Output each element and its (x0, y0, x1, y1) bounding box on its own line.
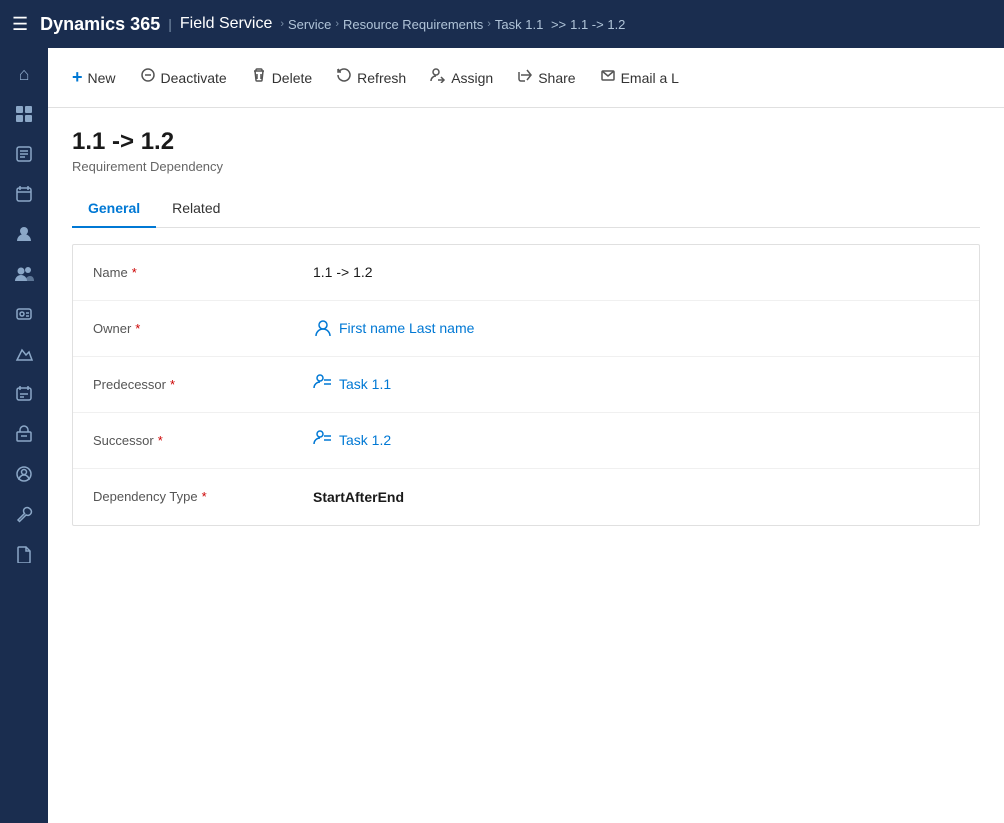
delete-label: Delete (272, 70, 312, 86)
breadcrumb-current[interactable]: 1.1 -> 1.2 (570, 17, 625, 32)
deactivate-button[interactable]: Deactivate (128, 61, 239, 94)
dependency-type-value: StartAfterEnd (313, 489, 404, 505)
share-icon (517, 67, 533, 88)
breadcrumb-task11[interactable]: Task 1.1 (495, 17, 543, 32)
form-section: Name * 1.1 -> 1.2 Owner * (72, 244, 980, 526)
name-required: * (132, 265, 137, 280)
people-icon[interactable] (6, 256, 42, 292)
delete-icon (251, 67, 267, 88)
module-label: Field Service (180, 15, 272, 33)
form-row-successor: Successor * Task 1.2 (73, 413, 979, 469)
refresh-icon (336, 67, 352, 88)
predecessor-required: * (170, 377, 175, 392)
form-value-successor[interactable]: Task 1.2 (313, 429, 959, 452)
page-title: 1.1 -> 1.2 (72, 128, 980, 157)
owner-required: * (135, 321, 140, 336)
breadcrumb: › Service › Resource Requirements › Task… (280, 17, 625, 32)
command-bar: + New Deactivate Delete Refresh (48, 48, 1004, 108)
breadcrumb-dbl-chevron: >> (547, 17, 566, 32)
top-nav: ☰ Dynamics 365 | Field Service › Service… (0, 0, 1004, 48)
form-label-predecessor-col: Predecessor * (93, 377, 313, 392)
share-label: Share (538, 70, 575, 86)
new-label: New (88, 70, 116, 86)
new-icon: + (72, 67, 83, 88)
new-button[interactable]: + New (60, 61, 128, 94)
share-button[interactable]: Share (505, 61, 587, 94)
page-header: 1.1 -> 1.2 Requirement Dependency (72, 128, 980, 174)
form-row-owner: Owner * First name Last name (73, 301, 979, 357)
brand-label: Dynamics 365 (40, 14, 160, 35)
breadcrumb-resource-requirements[interactable]: Resource Requirements (343, 17, 483, 32)
form-row-name: Name * 1.1 -> 1.2 (73, 245, 979, 301)
landscape-icon[interactable] (6, 336, 42, 372)
assign-button[interactable]: Assign (418, 61, 505, 94)
predecessor-value: Task 1.1 (339, 376, 391, 392)
refresh-label: Refresh (357, 70, 406, 86)
name-value: 1.1 -> 1.2 (313, 264, 373, 280)
dashboard-icon[interactable] (6, 96, 42, 132)
successor-required: * (158, 433, 163, 448)
email-icon (600, 67, 616, 88)
main-layout: ⌂ (0, 48, 1004, 823)
form-label-name-col: Name * (93, 265, 313, 280)
user-circle-icon[interactable] (6, 456, 42, 492)
tab-related[interactable]: Related (156, 190, 236, 228)
inventory-icon[interactable] (6, 416, 42, 452)
breadcrumb-chevron-2: › (487, 18, 491, 30)
person-icon[interactable] (6, 216, 42, 252)
form-row-dependency-type: Dependency Type * StartAfterEnd (73, 469, 979, 525)
contact-card-icon[interactable] (6, 296, 42, 332)
owner-value: First name Last name (339, 320, 474, 336)
form-label-successor-col: Successor * (93, 433, 313, 448)
form-row-predecessor: Predecessor * Task 1.1 (73, 357, 979, 413)
edit-icon[interactable] (6, 136, 42, 172)
document-icon[interactable] (6, 536, 42, 572)
hamburger-menu[interactable]: ☰ (12, 14, 28, 35)
wrench-icon[interactable] (6, 496, 42, 532)
deactivate-label: Deactivate (161, 70, 227, 86)
tab-general[interactable]: General (72, 190, 156, 228)
breadcrumb-chevron-0: › (280, 18, 284, 30)
form-label-dependency-type-col: Dependency Type * (93, 489, 313, 504)
sidebar: ⌂ (0, 48, 48, 823)
schedule-icon[interactable] (6, 376, 42, 412)
breadcrumb-service[interactable]: Service (288, 17, 331, 32)
page-subtitle: Requirement Dependency (72, 159, 980, 174)
email-button[interactable]: Email a L (588, 61, 691, 94)
successor-value: Task 1.2 (339, 432, 391, 448)
home-icon[interactable]: ⌂ (6, 56, 42, 92)
form-label-predecessor: Predecessor (93, 377, 166, 392)
form-label-owner-col: Owner * (93, 321, 313, 336)
assign-icon (430, 67, 446, 88)
form-label-successor: Successor (93, 433, 154, 448)
successor-icon (313, 429, 333, 452)
form-value-dependency-type: StartAfterEnd (313, 489, 959, 505)
breadcrumb-chevron-1: › (335, 18, 339, 30)
deactivate-icon (140, 67, 156, 88)
delete-button[interactable]: Delete (239, 61, 324, 94)
dependency-type-required: * (202, 489, 207, 504)
predecessor-icon (313, 373, 333, 396)
calendar-icon[interactable] (6, 176, 42, 212)
form-label-dependency-type: Dependency Type (93, 489, 198, 504)
brand-separator: | (168, 16, 172, 32)
email-label: Email a L (621, 70, 679, 86)
form-label-name: Name (93, 265, 128, 280)
refresh-button[interactable]: Refresh (324, 61, 418, 94)
content-area: + New Deactivate Delete Refresh (48, 48, 1004, 823)
assign-label: Assign (451, 70, 493, 86)
form-value-owner[interactable]: First name Last name (313, 318, 959, 338)
owner-icon (313, 318, 333, 338)
page-content: 1.1 -> 1.2 Requirement Dependency Genera… (48, 108, 1004, 823)
form-label-owner: Owner (93, 321, 131, 336)
form-value-name: 1.1 -> 1.2 (313, 264, 959, 280)
tabs: General Related (72, 190, 980, 228)
form-value-predecessor[interactable]: Task 1.1 (313, 373, 959, 396)
